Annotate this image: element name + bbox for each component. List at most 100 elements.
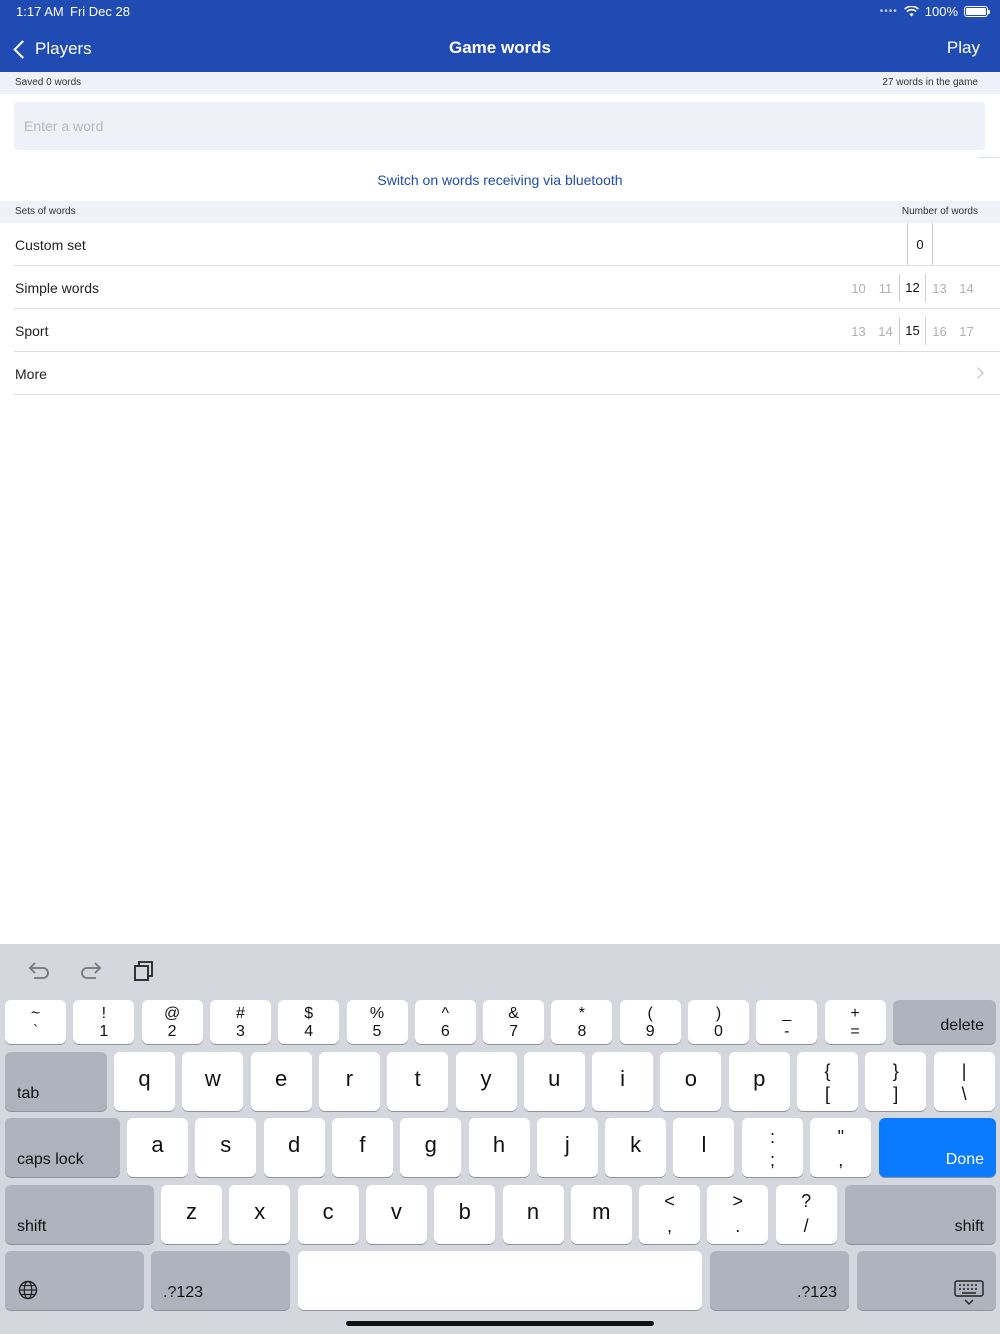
- key-letter[interactable]: x: [229, 1185, 291, 1244]
- word-count-picker[interactable]: 10 11 12 13 14: [845, 274, 980, 302]
- key-num-9[interactable]: (9: [619, 1000, 681, 1044]
- caps-lock-key[interactable]: caps lock: [5, 1118, 120, 1177]
- key-shift-char: !: [101, 1005, 107, 1022]
- word-count-picker[interactable]: 13 14 15 16 17: [845, 317, 980, 345]
- key-symbol[interactable]: <,: [639, 1185, 700, 1244]
- status-right: •••• 100%: [880, 4, 990, 19]
- numbers-key-right[interactable]: .?123: [710, 1251, 849, 1310]
- key-letter[interactable]: p: [728, 1052, 790, 1111]
- key-num-5[interactable]: % 5: [346, 1000, 408, 1044]
- key-shift-char: @: [163, 1005, 181, 1022]
- key-letter[interactable]: r: [318, 1052, 380, 1111]
- picker-option[interactable]: 17: [953, 324, 980, 339]
- key-shift-char: ": [837, 1127, 844, 1147]
- picker-option[interactable]: 10: [845, 281, 872, 296]
- picker-selected[interactable]: 12: [899, 274, 926, 302]
- key-letter[interactable]: w: [182, 1052, 244, 1111]
- key-letter[interactable]: k: [605, 1118, 667, 1177]
- key-symbol[interactable]: }]: [865, 1052, 927, 1111]
- key-num-11[interactable]: _ -: [756, 1000, 818, 1044]
- key-char: v: [390, 1199, 402, 1224]
- set-row-custom[interactable]: Custom set 0: [0, 223, 1000, 266]
- key-letter[interactable]: o: [660, 1052, 722, 1111]
- picker-selected[interactable]: 15: [899, 317, 926, 345]
- numbers-key-left[interactable]: .?123: [151, 1251, 290, 1310]
- key-letter[interactable]: j: [536, 1118, 598, 1177]
- paste-icon[interactable]: [132, 960, 158, 982]
- play-button[interactable]: Play: [947, 38, 980, 58]
- key-letter[interactable]: g: [400, 1118, 462, 1177]
- picker-option[interactable]: 16: [926, 324, 953, 339]
- picker-option[interactable]: 14: [953, 281, 980, 296]
- key-num-7[interactable]: & 7: [483, 1000, 545, 1044]
- word-input[interactable]: [14, 102, 985, 150]
- key-num-0[interactable]: ~ `: [5, 1000, 66, 1044]
- key-letter[interactable]: d: [263, 1118, 325, 1177]
- key-letter[interactable]: n: [502, 1185, 564, 1244]
- picker-option[interactable]: 13: [926, 281, 953, 296]
- key-shift-char: #: [235, 1005, 245, 1022]
- key-letter[interactable]: v: [365, 1185, 427, 1244]
- key-num-12[interactable]: + =: [824, 1000, 886, 1044]
- delete-key[interactable]: delete: [893, 1000, 996, 1044]
- key-num-8[interactable]: * 8: [551, 1000, 613, 1044]
- key-letter[interactable]: z: [161, 1185, 222, 1244]
- set-row-simple-words[interactable]: Simple words 10 11 12 13 14: [0, 266, 1000, 309]
- done-key[interactable]: Done: [879, 1118, 996, 1177]
- set-row-more[interactable]: More: [0, 352, 1000, 395]
- picker-option[interactable]: 13: [845, 324, 872, 339]
- game-words-count: 27 words in the game: [882, 77, 978, 88]
- key-char: =: [850, 1023, 860, 1040]
- shift-key-right[interactable]: shift: [845, 1185, 996, 1244]
- key-letter[interactable]: y: [455, 1052, 517, 1111]
- key-letter[interactable]: u: [523, 1052, 585, 1111]
- key-symbol[interactable]: :;: [742, 1118, 803, 1177]
- key-symbol[interactable]: | \: [933, 1052, 995, 1111]
- key-num-2[interactable]: @2: [141, 1000, 203, 1044]
- key-char: o: [684, 1066, 698, 1091]
- hide-keyboard-key[interactable]: [857, 1251, 996, 1310]
- bluetooth-receive-link[interactable]: Switch on words receiving via bluetooth: [0, 172, 1000, 188]
- delete-key-label: delete: [940, 1017, 984, 1034]
- key-letter[interactable]: q: [114, 1052, 175, 1111]
- key-num-6[interactable]: ^ 6: [414, 1000, 476, 1044]
- chevron-right-icon: [972, 367, 984, 379]
- globe-key[interactable]: [5, 1251, 144, 1310]
- key-char: h: [492, 1132, 506, 1157]
- word-count-picker[interactable]: 0: [907, 223, 933, 266]
- key-letter[interactable]: h: [468, 1118, 530, 1177]
- caps-lock-label: caps lock: [17, 1151, 84, 1168]
- key-letter[interactable]: b: [434, 1185, 496, 1244]
- set-row-sport[interactable]: Sport 13 14 15 16 17: [0, 309, 1000, 352]
- picker-option[interactable]: 11: [872, 281, 899, 296]
- key-letter[interactable]: m: [570, 1185, 632, 1244]
- key-letter[interactable]: i: [592, 1052, 654, 1111]
- key-char: -: [784, 1023, 790, 1040]
- key-letter[interactable]: f: [331, 1118, 393, 1177]
- key-shift-char: ): [715, 1005, 722, 1022]
- key-letter[interactable]: e: [250, 1052, 312, 1111]
- key-char: y: [480, 1066, 492, 1091]
- undo-icon[interactable]: [26, 960, 52, 982]
- tab-key[interactable]: tab: [5, 1052, 107, 1111]
- key-letter[interactable]: a: [127, 1118, 188, 1177]
- keyboard-toolbar: [0, 944, 1000, 996]
- key-letter[interactable]: c: [297, 1185, 359, 1244]
- key-letter[interactable]: t: [387, 1052, 449, 1111]
- key-num-4[interactable]: $4: [278, 1000, 340, 1044]
- key-symbol[interactable]: >.: [707, 1185, 769, 1244]
- shift-key-left[interactable]: shift: [5, 1185, 154, 1244]
- key-symbol[interactable]: {[: [797, 1052, 858, 1111]
- space-bar[interactable]: [298, 1251, 702, 1310]
- redo-icon[interactable]: [78, 960, 104, 982]
- key-num-1[interactable]: ! 1: [73, 1000, 135, 1044]
- key-num-3[interactable]: #3: [209, 1000, 271, 1044]
- picker-option[interactable]: 14: [872, 324, 899, 339]
- key-letter[interactable]: s: [195, 1118, 257, 1177]
- key-char: 8: [577, 1023, 587, 1040]
- key-num-10[interactable]: ) 0: [688, 1000, 749, 1044]
- key-symbol[interactable]: ",: [810, 1118, 872, 1177]
- key-symbol[interactable]: ? /: [775, 1185, 837, 1244]
- key-letter[interactable]: l: [673, 1118, 735, 1177]
- key-char: `: [32, 1023, 39, 1040]
